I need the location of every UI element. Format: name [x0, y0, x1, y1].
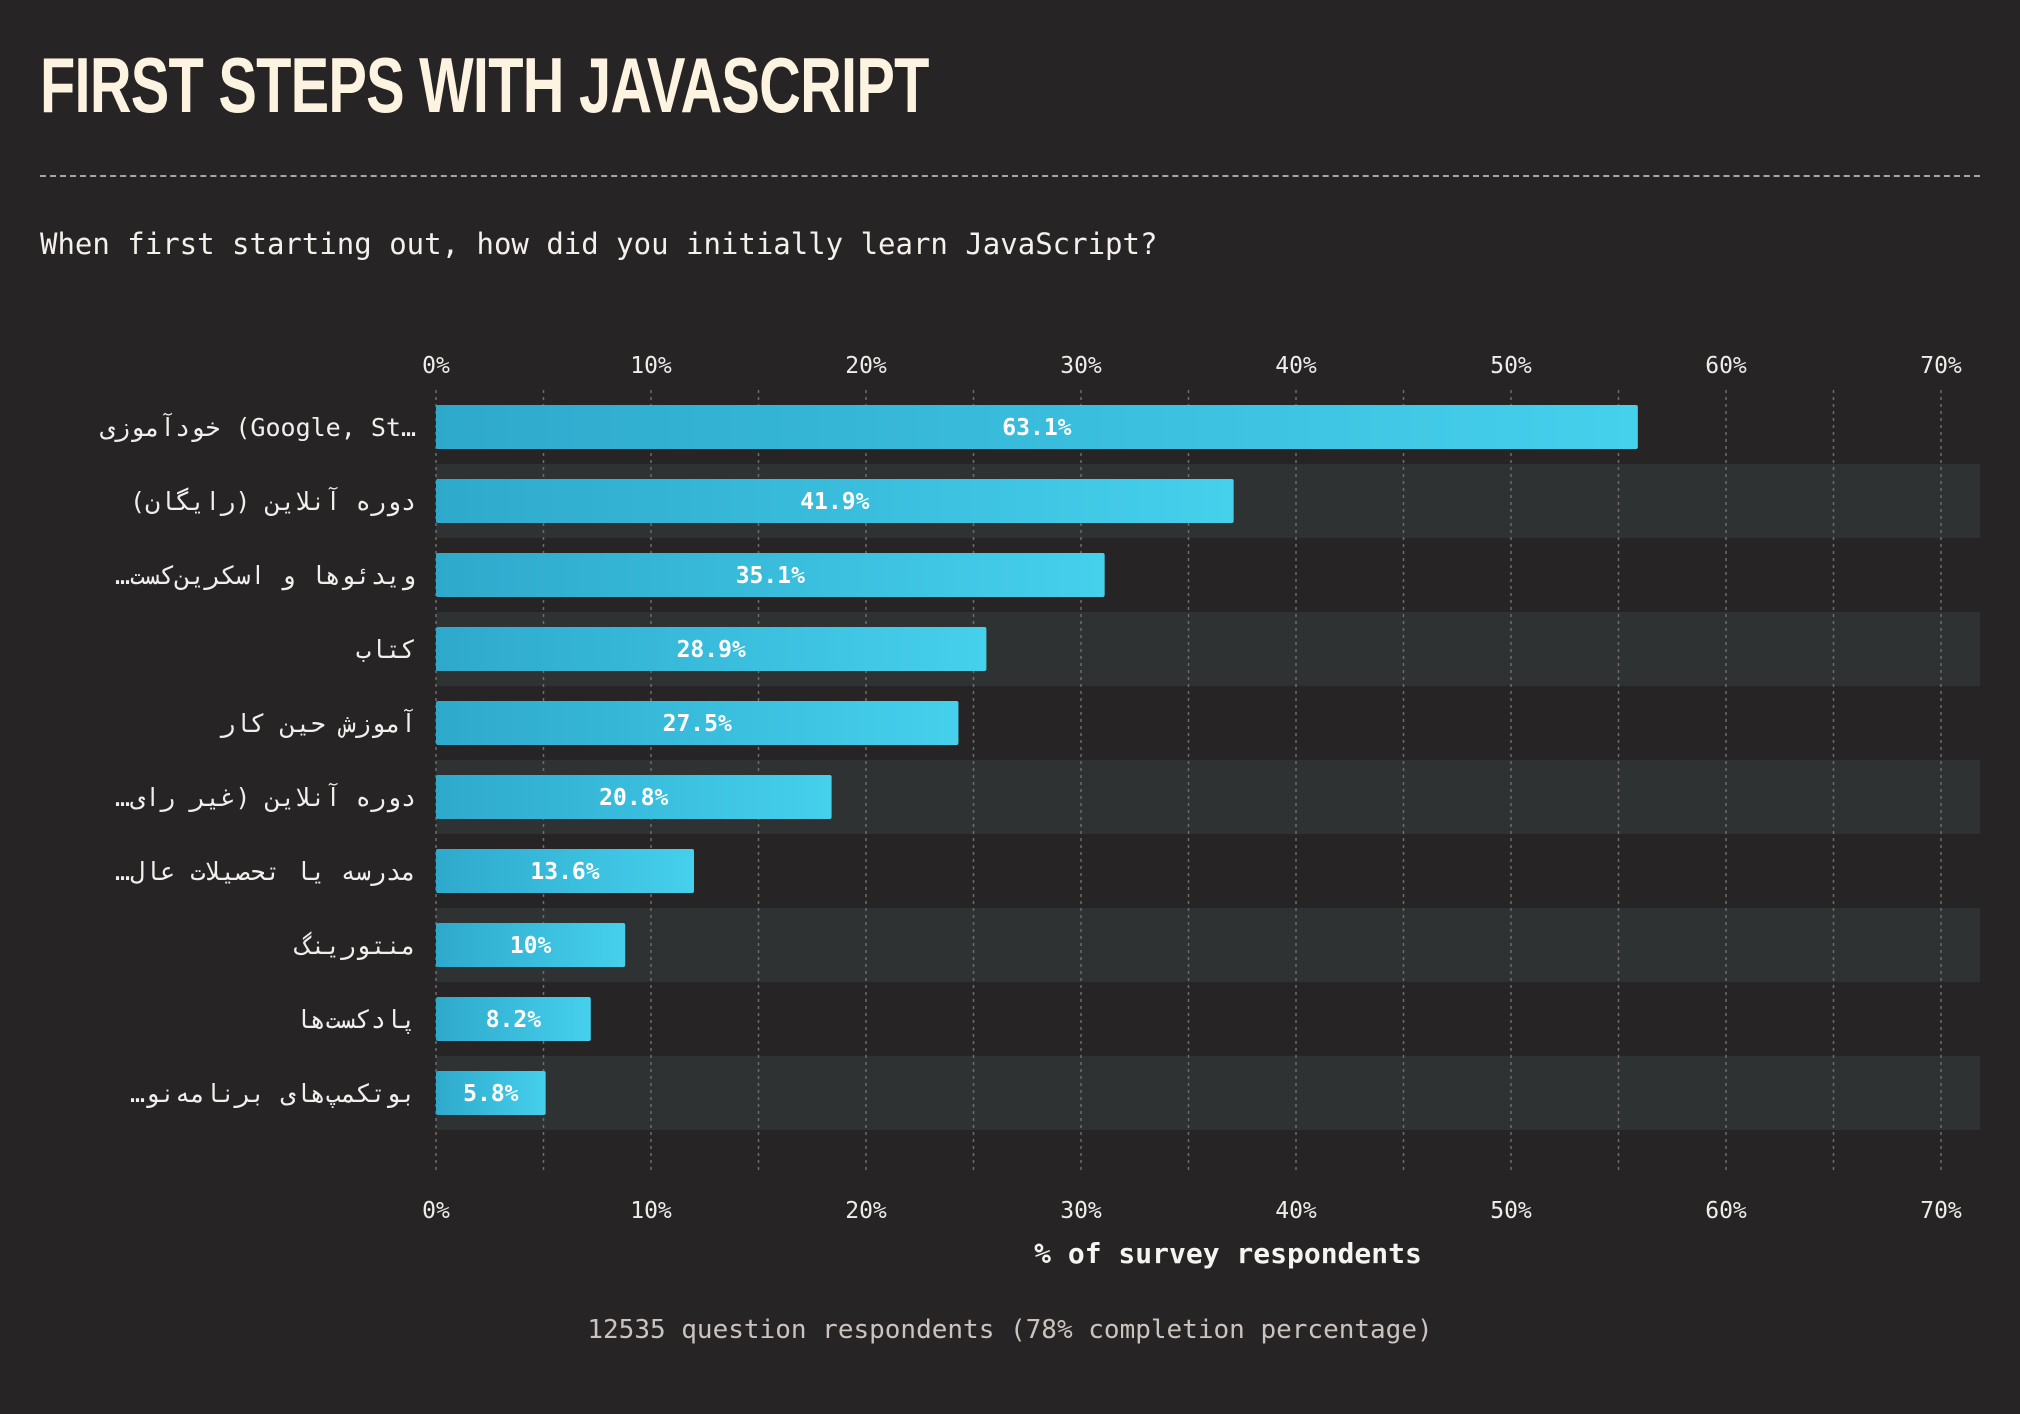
category-label: دوره آنلاین (رایگان)	[130, 486, 416, 517]
x-axis-title: % of survey respondents	[1034, 1237, 1422, 1270]
x-tick-label-top: 70%	[1920, 353, 1962, 379]
x-tick-label-top: 60%	[1705, 353, 1747, 379]
x-tick-label-bottom: 0%	[422, 1198, 450, 1224]
bar-value-label: 28.9%	[677, 637, 746, 663]
respondents-note: 12535 question respondents (78% completi…	[587, 1315, 1433, 1345]
bar-value-label: 8.2%	[486, 1007, 542, 1033]
x-tick-label-top: 20%	[845, 353, 887, 379]
x-tick-label-bottom: 40%	[1275, 1198, 1317, 1224]
x-tick-label-bottom: 70%	[1920, 1198, 1962, 1224]
bar-value-label: 20.8%	[599, 785, 668, 811]
bar-value-label: 41.9%	[800, 489, 869, 515]
category-label: آموزش حین کار	[219, 708, 416, 738]
x-tick-label-bottom: 10%	[630, 1198, 672, 1224]
category-label: …دوره آنلاین (غیر رای	[115, 782, 416, 813]
bar-value-label: 63.1%	[1002, 415, 1071, 441]
x-tick-label-bottom: 20%	[845, 1198, 887, 1224]
category-labels: خودآموزی (Google, St… دوره آنلاین (رایگان…	[100, 412, 416, 1108]
bar-value-label: 35.1%	[736, 563, 805, 589]
bar-value-label: 13.6%	[530, 859, 599, 885]
category-label: …ویدئوها و اسکرین‌کست	[115, 561, 416, 591]
category-label: …مدرسه یا تحصیلات عال	[115, 857, 416, 886]
row-band	[436, 908, 1980, 982]
x-tick-label-top: 0%	[422, 353, 450, 379]
bar-chart: 63.1% 41.9% 35.1% 28.9% 27.5% 20.8% 13.6% 10% 8.…	[100, 353, 1980, 1270]
x-tick-label-bottom: 50%	[1490, 1198, 1532, 1224]
bar-value-label: 10%	[510, 933, 552, 959]
x-tick-label-top: 30%	[1060, 353, 1102, 379]
category-label: کتاب	[356, 635, 416, 664]
bottom-axis: 0% 10% 20% 30% 40% 50% 60% 70%	[422, 1198, 1962, 1224]
x-tick-label-bottom: 30%	[1060, 1198, 1102, 1224]
category-label: منتورینگ	[294, 931, 416, 960]
bar-value-label: 5.8%	[463, 1081, 519, 1107]
bar-value-label: 27.5%	[663, 711, 732, 737]
x-tick-label-top: 10%	[630, 353, 672, 379]
x-tick-label-top: 50%	[1490, 353, 1532, 379]
category-label: …بوتکمپ‌های برنامه‌نو	[130, 1079, 416, 1108]
category-label: پادکست‌ها	[296, 1005, 416, 1034]
x-tick-label-top: 40%	[1275, 353, 1317, 379]
top-axis: 0% 10% 20% 30% 40% 50% 60% 70%	[422, 353, 1962, 379]
x-tick-label-bottom: 60%	[1705, 1198, 1747, 1224]
category-label: خودآموزی (Google, St…	[100, 412, 416, 442]
row-band	[436, 1056, 1980, 1130]
